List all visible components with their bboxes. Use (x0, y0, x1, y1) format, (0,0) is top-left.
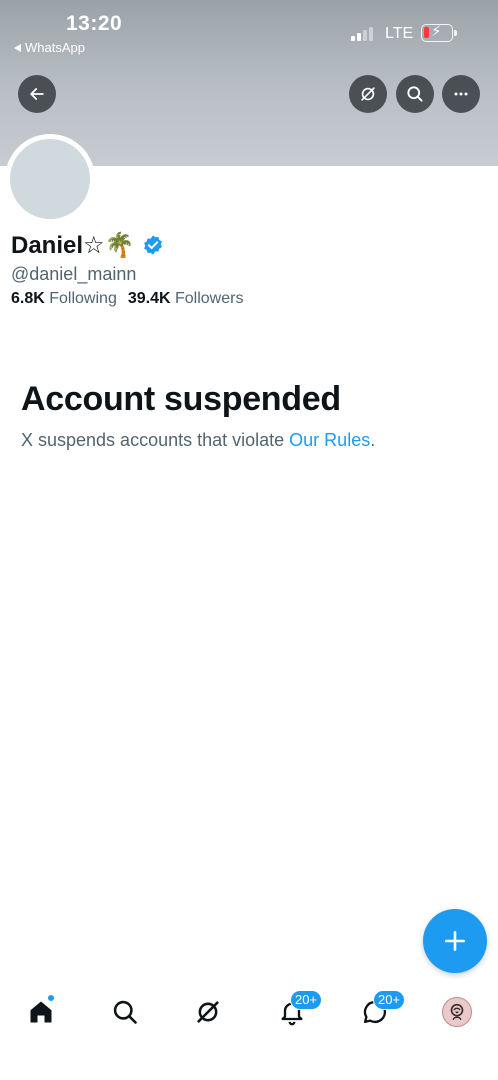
avatar-icon (442, 997, 472, 1027)
nav-notifications[interactable]: 20+ (272, 990, 322, 1032)
arrow-left-icon (30, 88, 44, 100)
notifications-badge: 20+ (290, 990, 322, 1010)
grok-icon (197, 1001, 219, 1023)
battery-icon: ⚡ (421, 23, 457, 42)
profile-name-row: Daniel☆🌴 (11, 229, 164, 261)
suspended-message: X suspends accounts that violate Our Rul… (21, 430, 375, 451)
search-button[interactable] (396, 75, 434, 113)
plus-icon (445, 931, 465, 951)
back-button[interactable] (18, 75, 56, 113)
nav-messages[interactable]: 20+ (355, 990, 405, 1032)
followers-label: Followers (175, 290, 244, 307)
following-count: 6.8K (11, 290, 45, 307)
profile-handle: @daniel_mainn (11, 264, 137, 284)
followers-link[interactable]: 39.4K Followers (128, 290, 244, 308)
back-triangle-icon (14, 43, 21, 52)
home-icon (30, 1001, 52, 1023)
following-label: Following (49, 290, 117, 307)
profile-name: Daniel☆🌴 (11, 231, 135, 259)
grok-icon (361, 87, 375, 101)
messages-badge: 20+ (373, 990, 405, 1010)
search-icon (113, 1000, 137, 1024)
back-to-app-link[interactable]: WhatsApp (14, 40, 85, 55)
grok-button[interactable] (349, 75, 387, 113)
suspended-suffix: . (370, 430, 376, 450)
more-horizontal-icon (454, 92, 468, 96)
nav-grok[interactable] (188, 992, 228, 1032)
home-notification-dot (47, 994, 55, 1002)
compose-button[interactable] (423, 909, 487, 973)
followers-count: 39.4K (127, 290, 171, 307)
verified-badge-icon[interactable] (142, 234, 164, 256)
search-icon (407, 86, 423, 102)
back-app-label: WhatsApp (25, 40, 85, 55)
bottom-nav: 20+ 20+ (0, 980, 498, 1044)
profile-avatar[interactable] (5, 134, 95, 224)
nav-search[interactable] (105, 992, 145, 1032)
profile-stats: 6.8K Following 39.4K Followers (11, 290, 243, 308)
status-time: 13:20 (66, 12, 123, 35)
avatar-placeholder (10, 139, 90, 219)
nav-profile[interactable] (437, 992, 477, 1032)
suspended-text: X suspends accounts that violate (21, 430, 290, 450)
status-bar: 13:20 WhatsApp LTE ⚡ (0, 0, 498, 60)
nav-home[interactable] (21, 992, 61, 1032)
more-button[interactable] (442, 75, 480, 113)
signal-strength-icon (351, 25, 373, 41)
suspended-title: Account suspended (21, 380, 341, 418)
following-link[interactable]: 6.8K Following (11, 290, 117, 308)
network-type: LTE (385, 25, 414, 42)
our-rules-link[interactable]: Our Rules (289, 430, 370, 450)
